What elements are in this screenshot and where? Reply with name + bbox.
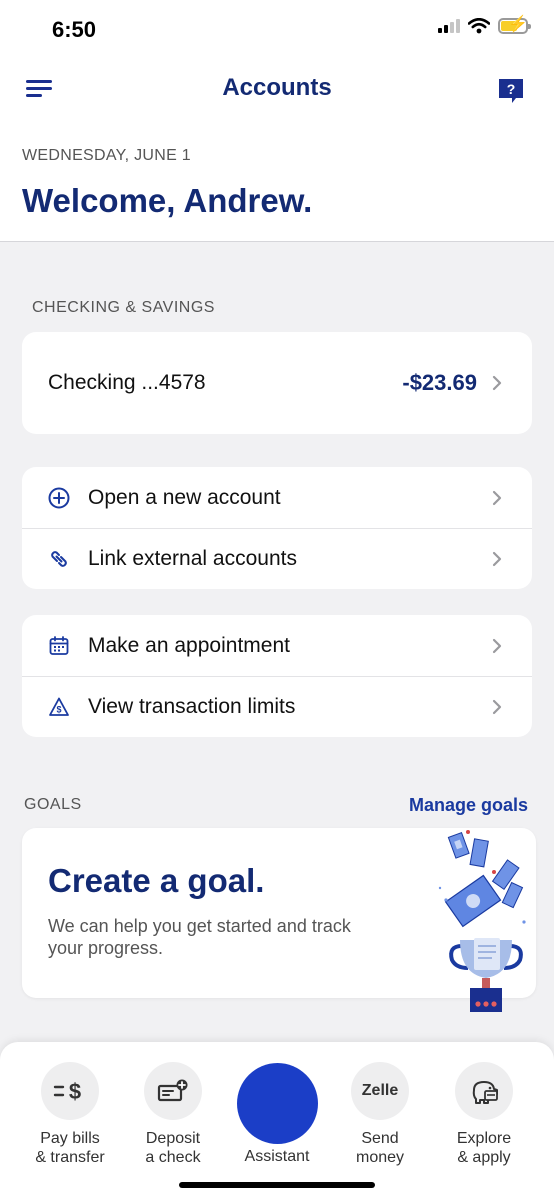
checking-savings-label: CHECKING & SAVINGS bbox=[32, 299, 215, 316]
bottom-navigation: $ Pay bills & transfer Deposit a check Ass… bbox=[0, 1042, 554, 1200]
wifi-icon bbox=[468, 18, 490, 34]
make-appointment-label: Make an appointment bbox=[88, 633, 290, 657]
manage-goals-link[interactable]: Manage goals bbox=[409, 795, 528, 816]
link-external-accounts-label: Link external accounts bbox=[88, 547, 297, 570]
checking-account-card[interactable]: Checking ...4578 -$23.69 bbox=[22, 332, 532, 434]
welcome-heading: Welcome, Andrew. bbox=[22, 182, 313, 219]
view-transaction-limits-label: View transaction limits bbox=[88, 695, 296, 718]
goals-label: GOALS bbox=[24, 796, 82, 813]
account-name: Checking ...4578 bbox=[48, 371, 206, 394]
open-new-account-label: Open a new account bbox=[88, 485, 281, 509]
pay-bills-icon: $ bbox=[41, 1062, 99, 1120]
home-indicator bbox=[179, 1182, 375, 1188]
zelle-icon: Zelle bbox=[351, 1062, 409, 1120]
calendar-icon bbox=[48, 635, 70, 657]
deposit-check-icon bbox=[144, 1062, 202, 1120]
create-goal-card[interactable]: Create a goal. We can help you get start… bbox=[22, 828, 536, 1012]
trophy-money-illustration bbox=[438, 830, 526, 1012]
account-actions-card: Open a new account Link external account… bbox=[22, 467, 532, 589]
page-title: Accounts bbox=[222, 74, 332, 101]
cellular-signal-icon bbox=[438, 19, 460, 33]
help-icon[interactable]: ? bbox=[497, 77, 525, 105]
piggy-bank-icon bbox=[455, 1062, 513, 1120]
goal-card-description: We can help you get started and track yo… bbox=[48, 916, 351, 958]
chevron-right-icon bbox=[492, 490, 502, 505]
svg-text:$: $ bbox=[69, 1079, 81, 1103]
service-actions-card: Make an appointment $ View transaction l… bbox=[22, 615, 532, 737]
battery-icon: ⚡ bbox=[498, 17, 531, 34]
explore-apply-button[interactable]: Explore & apply bbox=[432, 1062, 536, 1167]
link-external-accounts-row[interactable]: Link external accounts bbox=[22, 528, 532, 589]
send-money-label: Send money bbox=[355, 1130, 405, 1166]
chevron-right-icon bbox=[492, 375, 502, 391]
status-time: 6:50 bbox=[52, 17, 97, 42]
account-balance: -$23.69 bbox=[402, 370, 477, 395]
make-appointment-row[interactable]: Make an appointment bbox=[22, 615, 532, 676]
limit-warning-icon: $ bbox=[48, 696, 70, 718]
goal-card-title: Create a goal. bbox=[48, 862, 265, 899]
svg-text:?: ? bbox=[507, 81, 516, 97]
deposit-check-label: Deposit a check bbox=[145, 1130, 201, 1166]
assistant-label: Assistant bbox=[244, 1148, 310, 1165]
plus-circle-icon bbox=[48, 487, 70, 509]
header-area: 6:50 ⚡ Accounts ? WEDNESDAY, JUNE 1 Welc… bbox=[0, 0, 554, 242]
current-date: WEDNESDAY, JUNE 1 bbox=[22, 147, 191, 164]
link-icon bbox=[48, 548, 70, 570]
send-money-button[interactable]: Zelle Send money bbox=[328, 1062, 432, 1167]
chevron-right-icon bbox=[492, 638, 502, 653]
assistant-button[interactable] bbox=[237, 1063, 318, 1144]
pay-bills-transfer-button[interactable]: $ Pay bills & transfer bbox=[18, 1062, 122, 1167]
chevron-right-icon bbox=[492, 699, 502, 715]
chevron-right-icon bbox=[492, 551, 502, 567]
open-new-account-row[interactable]: Open a new account bbox=[22, 467, 532, 528]
explore-apply-label: Explore & apply bbox=[456, 1130, 512, 1166]
deposit-check-button[interactable]: Deposit a check bbox=[121, 1062, 225, 1167]
pay-bills-label: Pay bills & transfer bbox=[35, 1130, 105, 1166]
view-transaction-limits-row[interactable]: $ View transaction limits bbox=[22, 676, 532, 737]
svg-text:$: $ bbox=[56, 705, 61, 715]
status-icons: ⚡ bbox=[438, 17, 531, 34]
